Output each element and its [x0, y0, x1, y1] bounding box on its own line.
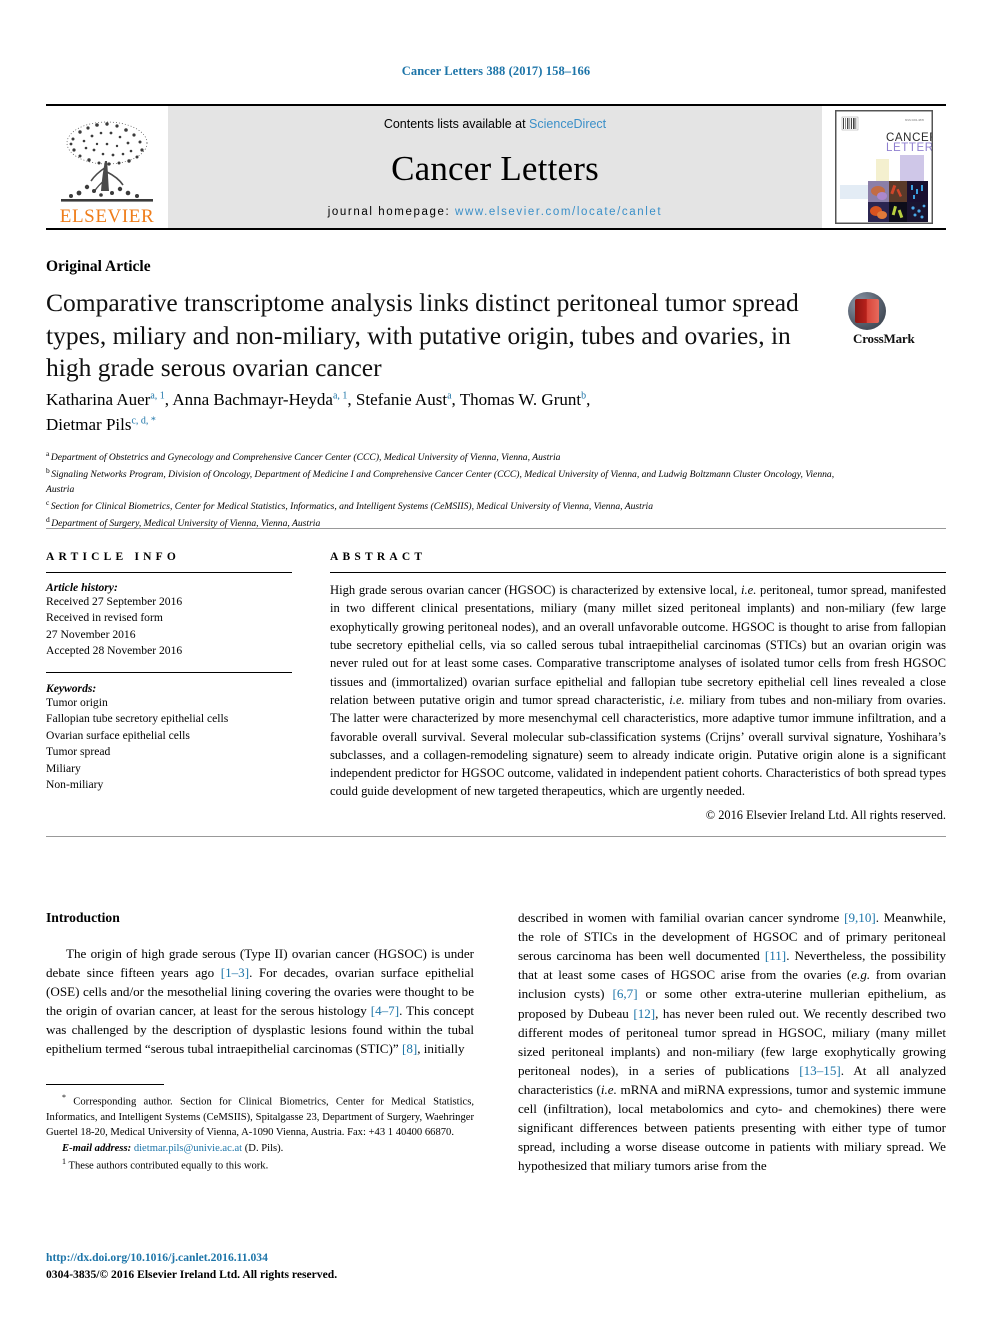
affiliation-text: Department of Obstetrics and Gynecology …	[50, 452, 561, 464]
running-head: Cancer Letters 388 (2017) 158–166	[401, 64, 591, 78]
author-affiliation-marker: a, 1	[332, 390, 348, 402]
introduction-heading: Introduction	[46, 910, 120, 925]
elsevier-wordmark: ELSEVIER	[59, 206, 155, 227]
affiliation-list: a Department of Obstetrics and Gynecology…	[46, 448, 846, 531]
article-info-heading: ARTICLE INFO	[46, 551, 181, 563]
citation-link[interactable]: [13–15]	[799, 1063, 840, 1078]
contents-available-line: Contents lists available at ScienceDirec…	[384, 117, 606, 131]
affiliation-text: Signaling Networks Program, Division of …	[46, 469, 835, 495]
crossmark-label: CrossMark	[853, 331, 915, 347]
abstract-copyright: © 2016 Elsevier Ireland Ltd. All rights …	[705, 807, 946, 822]
cover-barcode-icon	[841, 116, 859, 131]
email-link[interactable]: dietmar.pils@univie.ac.at	[134, 1143, 242, 1154]
footnote-block: * Corresponding author. Section for Clin…	[46, 1084, 474, 1174]
keywords-rule	[46, 671, 292, 673]
author-name: Dietmar Pils	[46, 414, 132, 434]
journal-cover-thumbnail: ISSN 0304-3835 CANCER LETTERS	[835, 110, 933, 224]
keywords-label: Keywords:	[46, 681, 97, 695]
corresponding-author-note: * Corresponding author. Section for Clin…	[46, 1092, 474, 1141]
email-note: E-mail address: dietmar.pils@univie.ac.a…	[46, 1141, 474, 1156]
affiliation-marker: b	[46, 466, 50, 476]
email-suffix: (D. Pils).	[244, 1142, 284, 1154]
article-info-rule	[46, 572, 292, 573]
citation-link[interactable]: [8]	[402, 1041, 417, 1056]
crossmark-logo-icon	[848, 292, 886, 330]
affiliation-marker: c	[46, 497, 50, 507]
issn-copyright-line: 0304-3835/© 2016 Elsevier Ireland Ltd. A…	[46, 1268, 338, 1282]
abstract-panel: ABSTRACT High grade serous ovarian cance…	[330, 551, 946, 823]
page-title: Comparative transcriptome analysis links…	[46, 288, 799, 383]
abstract-text: High grade serous ovarian cancer (HGSOC)…	[330, 583, 946, 799]
affiliation-item: b Signaling Networks Program, Division of…	[46, 465, 846, 496]
affiliation-marker: d	[46, 514, 50, 524]
abstract-heading: ABSTRACT	[330, 551, 427, 563]
journal-article-page: Cancer Letters 388 (2017) 158–166 ELSEVI…	[0, 0, 992, 1323]
elsevier-tree-icon	[61, 121, 153, 202]
journal-title: Cancer Letters	[391, 149, 599, 188]
email-label: E-mail address:	[62, 1142, 132, 1154]
affiliation-text: Section for Clinical Biometrics, Center …	[50, 500, 654, 512]
abstract-bottom-rule	[46, 836, 946, 837]
author-list: Katharina Auera, 1, Anna Bachmayr-Heydaa…	[46, 390, 591, 434]
author-name: Thomas W. Grunt	[459, 390, 582, 409]
affiliation-item: c Section for Clinical Biometrics, Center…	[46, 497, 846, 514]
citation-link[interactable]: [12]	[633, 1006, 655, 1021]
publisher-logo: ELSEVIER	[46, 106, 168, 228]
journal-homepage-link[interactable]: www.elsevier.com/locate/canlet	[455, 206, 662, 218]
citation-link[interactable]: [4–7]	[371, 1003, 399, 1018]
keywords-list: Tumor origin Fallopian tube secretory ep…	[46, 695, 229, 792]
article-info-panel: ARTICLE INFO Article history: Received 2…	[46, 551, 292, 794]
cover-artwork-icon: ISSN 0304-3835 CANCER LETTERS	[836, 111, 932, 223]
affiliation-item: a Department of Obstetrics and Gynecology…	[46, 448, 846, 465]
affiliation-marker: a	[46, 449, 50, 458]
journal-homepage-line: journal homepage: www.elsevier.com/locat…	[328, 206, 662, 218]
equal-contribution-note: 1 These authors contributed equally to t…	[46, 1156, 474, 1174]
body-column-right: described in women with familial ovarian…	[518, 908, 946, 1176]
masthead-center: Contents lists available at ScienceDirec…	[168, 106, 822, 228]
intro-paragraph-right: described in women with familial ovarian…	[518, 910, 946, 1174]
article-type-label: Original Article	[46, 258, 151, 275]
journal-cover: ISSN 0304-3835 CANCER LETTERS	[822, 106, 946, 228]
citation-link[interactable]: [1–3]	[221, 965, 249, 980]
svg-text:ISSN 0304-3835: ISSN 0304-3835	[905, 118, 925, 122]
author-affiliation-marker: c, d, *	[131, 414, 156, 426]
journal-masthead: ELSEVIER Contents lists available at Sci…	[46, 104, 946, 230]
intro-paragraph-left: The origin of high grade serous (Type II…	[46, 945, 475, 1057]
doi-block: http://dx.doi.org/10.1016/j.canlet.2016.…	[46, 1249, 476, 1284]
contents-prefix: Contents lists available at	[383, 117, 530, 131]
footnote-marker-1: 1	[62, 1156, 66, 1166]
equal-contribution-text: These authors contributed equally to thi…	[68, 1160, 269, 1172]
author-name: Stefanie Aust	[355, 390, 448, 409]
author-affiliation-marker: b	[581, 390, 587, 402]
author-affiliation-marker: a	[447, 390, 452, 402]
crossmark-badge[interactable]: CrossMark	[848, 292, 948, 346]
info-section-top-rule	[46, 528, 946, 529]
sciencedirect-link[interactable]: ScienceDirect	[529, 117, 606, 131]
corresponding-author-text: Corresponding author. Section for Clinic…	[46, 1096, 474, 1139]
footnote-divider	[46, 1084, 164, 1085]
author-name: Anna Bachmayr-Heyda	[172, 390, 333, 409]
author-affiliation-marker: a, 1	[150, 390, 165, 402]
svg-text:LETTERS: LETTERS	[886, 142, 932, 154]
article-history-label: Article history:	[46, 581, 118, 594]
citation-link[interactable]: [9,10]	[844, 910, 876, 925]
article-history-dates: Received 27 September 2016 Received in r…	[46, 595, 183, 658]
abstract-rule	[330, 572, 946, 573]
homepage-prefix: journal homepage:	[327, 206, 456, 218]
author-name: Katharina Auer	[46, 390, 151, 409]
doi-link[interactable]: http://dx.doi.org/10.1016/j.canlet.2016.…	[46, 1249, 476, 1266]
citation-link[interactable]: [11]	[765, 948, 786, 963]
asterisk-icon: *	[62, 1093, 66, 1102]
citation-link[interactable]: [6,7]	[612, 986, 637, 1001]
